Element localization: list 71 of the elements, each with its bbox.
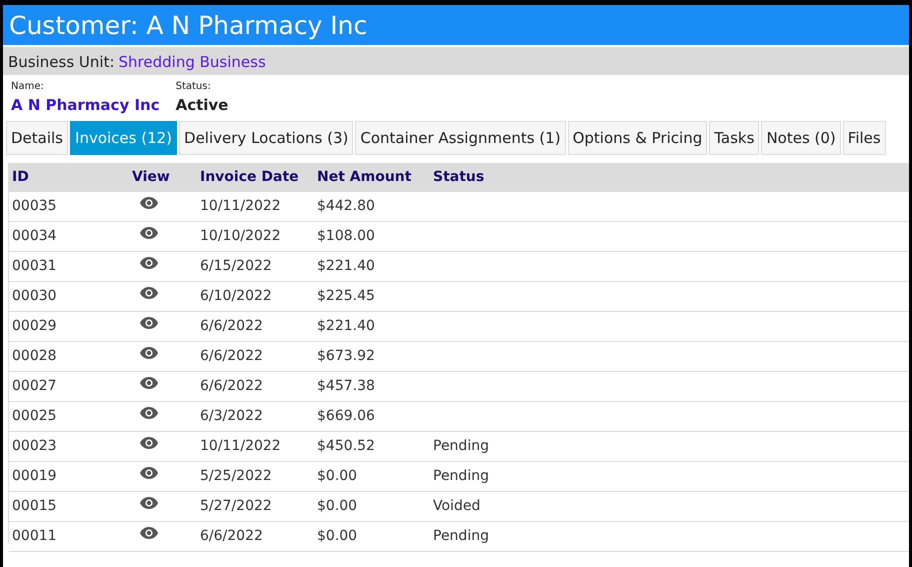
table-cell: 6/6/2022	[197, 341, 314, 371]
page-title: Customer: A N Pharmacy Inc	[9, 11, 368, 40]
table-cell: 00019	[9, 461, 129, 491]
table-cell: 6/6/2022	[197, 521, 314, 551]
tab[interactable]: Details	[6, 120, 68, 154]
eye-icon[interactable]	[140, 466, 158, 478]
table-cell: $225.45	[314, 281, 430, 311]
table-cell: $673.92	[314, 341, 430, 371]
table-cell: 6/15/2022	[197, 251, 314, 281]
column-header: View	[129, 162, 197, 192]
table-cell: 00023	[9, 431, 129, 461]
table-cell: 00035	[9, 192, 129, 221]
table-cell: 00025	[9, 401, 129, 431]
eye-icon[interactable]	[140, 316, 158, 328]
table-cell: $0.00	[314, 461, 430, 491]
eye-icon[interactable]	[140, 196, 158, 208]
eye-icon[interactable]	[140, 406, 158, 418]
tab[interactable]: Tasks	[709, 120, 760, 154]
table-cell: $221.40	[314, 311, 430, 341]
column-header: Status	[430, 162, 909, 192]
table-cell: 00028	[9, 341, 129, 371]
eye-icon[interactable]	[140, 526, 158, 538]
table-cell: 6/6/2022	[197, 311, 314, 341]
table-cell: 10/10/2022	[197, 221, 314, 251]
table-cell: $669.06	[314, 401, 430, 431]
business-unit-link[interactable]: Shredding Business	[118, 51, 266, 71]
tab[interactable]: Container Assignments (1)	[355, 120, 566, 154]
table-cell: 10/11/2022	[197, 192, 314, 221]
table-cell: 5/27/2022	[197, 491, 314, 521]
table-cell: 6/6/2022	[197, 371, 314, 401]
table-cell: Pending	[433, 468, 489, 484]
table-cell: 5/25/2022	[197, 461, 314, 491]
field-label: Name:	[11, 80, 45, 94]
status-value: Active	[176, 95, 228, 116]
table-cell: $457.38	[314, 371, 430, 401]
eye-icon[interactable]	[140, 436, 158, 448]
table-cell: Pending	[433, 528, 489, 544]
table-cell: Pending	[433, 438, 489, 454]
table-cell: Voided	[433, 498, 480, 514]
table-cell: $108.00	[314, 221, 430, 251]
tab[interactable]: Options & Pricing	[568, 120, 708, 154]
table-cell: 00011	[9, 521, 129, 551]
tab[interactable]: Files	[842, 120, 886, 154]
table-cell: 6/10/2022	[197, 281, 314, 311]
field-label: Status:	[176, 80, 212, 94]
eye-icon[interactable]	[140, 376, 158, 388]
table-cell: $450.52	[314, 431, 430, 461]
tab[interactable]: Delivery Locations (3)	[179, 120, 354, 154]
eye-icon[interactable]	[140, 226, 158, 238]
business-unit-label: Business Unit:	[8, 52, 115, 71]
table-cell: $442.80	[314, 192, 430, 221]
table-cell: 00034	[9, 221, 129, 251]
tab[interactable]: Notes (0)	[761, 120, 841, 154]
column-header: ID	[9, 162, 129, 192]
table-cell: 00029	[9, 311, 129, 341]
table-cell: 00015	[9, 491, 129, 521]
name-link[interactable]: A N Pharmacy Inc	[11, 94, 160, 116]
eye-icon[interactable]	[140, 496, 158, 508]
table-cell: $0.00	[314, 491, 430, 521]
eye-icon[interactable]	[140, 346, 158, 358]
table-cell: 00030	[9, 281, 129, 311]
table-cell: $221.40	[314, 251, 430, 281]
eye-icon[interactable]	[140, 286, 158, 298]
column-header: Net Amount	[314, 162, 430, 192]
column-header: Invoice Date	[197, 162, 314, 192]
table-cell: 00031	[9, 251, 129, 281]
table-cell: $0.00	[314, 521, 430, 551]
table-cell: 10/11/2022	[197, 431, 314, 461]
eye-icon[interactable]	[140, 256, 158, 268]
table-cell: 6/3/2022	[197, 401, 314, 431]
table-cell: 00027	[9, 371, 129, 401]
